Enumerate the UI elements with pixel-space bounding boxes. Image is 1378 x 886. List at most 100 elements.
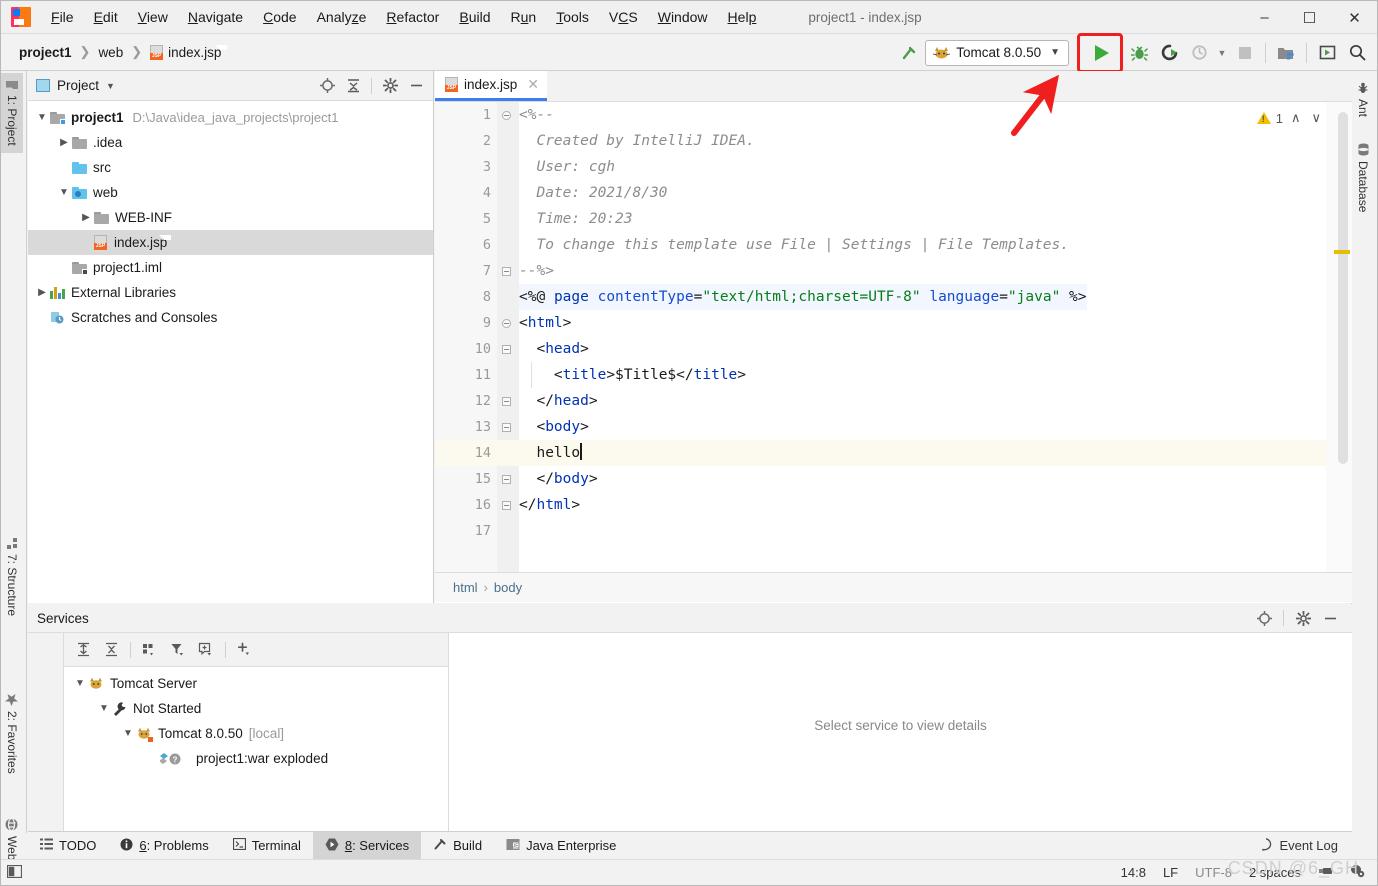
previous-highlight-icon[interactable]: ∧ (1288, 110, 1304, 126)
menu-code[interactable]: Code (253, 5, 306, 29)
fold-toggle-icon[interactable] (500, 343, 512, 355)
tree-item-scratches[interactable]: Scratches and Consoles (28, 305, 433, 330)
hide-panel-icon[interactable] (1318, 606, 1342, 630)
collapse-all-icon[interactable] (98, 637, 124, 663)
sidebar-item-database[interactable]: Database (1352, 136, 1374, 219)
breadcrumb-web[interactable]: web (94, 43, 127, 62)
code-line[interactable]: 16 </html> (435, 492, 1352, 518)
gear-icon[interactable] (378, 74, 402, 98)
code-line[interactable]: 13 <body> (435, 414, 1352, 440)
fold-toggle-icon[interactable] (500, 499, 512, 511)
line-separator[interactable]: LF (1163, 865, 1178, 880)
sidebar-item-project[interactable]: 1: Project (1, 73, 23, 153)
bottom-tab-terminal[interactable]: Terminal (221, 832, 313, 859)
run-configuration-selector[interactable]: Tomcat 8.0.50 ▼ (925, 39, 1069, 66)
minimize-button[interactable]: – (1242, 1, 1287, 34)
run-button[interactable] (1080, 36, 1120, 70)
code-line[interactable]: 7 --%> (435, 258, 1352, 284)
services-item-not-started[interactable]: ▼ Not Started (64, 696, 448, 721)
hide-tool-windows-icon[interactable] (6, 864, 22, 881)
chevron-right-icon[interactable]: ▶ (34, 287, 50, 298)
chevron-down-icon[interactable]: ▼ (106, 81, 115, 91)
build-hammer-icon[interactable] (895, 39, 923, 67)
editor-tab-index-jsp[interactable]: JSP index.jsp ✕ (435, 71, 548, 101)
services-item-artifact[interactable]: ? project1:war exploded (64, 746, 448, 771)
next-highlight-icon[interactable]: ∨ (1308, 110, 1324, 126)
fold-toggle-icon[interactable] (500, 421, 512, 433)
fold-toggle-icon[interactable] (500, 473, 512, 485)
menu-run[interactable]: Run (501, 5, 547, 29)
caret-position[interactable]: 14:8 (1121, 865, 1146, 880)
services-item-tomcat-server[interactable]: ▼ Tomcat Server (64, 671, 448, 696)
tree-item-web[interactable]: ▼ web (28, 180, 433, 205)
sidebar-item-structure[interactable]: 7: Structure (1, 531, 23, 623)
chevron-down-icon[interactable]: ▼ (72, 678, 88, 689)
code-line[interactable]: 6 To change this template use File | Set… (435, 232, 1352, 258)
code-line[interactable]: 9 <html> (435, 310, 1352, 336)
hide-panel-icon[interactable] (404, 74, 428, 98)
menu-build[interactable]: Build (449, 5, 500, 29)
search-everywhere-icon[interactable] (1343, 39, 1371, 67)
menu-vcs[interactable]: VCS (599, 5, 648, 29)
event-log-button[interactable]: Event Log (1259, 832, 1352, 859)
tree-item-project1-iml[interactable]: project1.iml (28, 255, 433, 280)
code-line[interactable]: 12 </head> (435, 388, 1352, 414)
bottom-tab-todo[interactable]: TODO (28, 832, 108, 859)
run-with-coverage-button[interactable] (1185, 39, 1213, 67)
gear-icon[interactable] (1291, 606, 1315, 630)
project-structure-button[interactable] (1272, 39, 1300, 67)
group-by-icon[interactable] (137, 637, 163, 663)
bottom-tab-build[interactable]: Build (421, 832, 494, 859)
chevron-right-icon[interactable]: ▶ (78, 212, 94, 223)
chevron-down-icon[interactable]: ▼ (56, 187, 72, 198)
menu-window[interactable]: Window (648, 5, 718, 29)
bottom-tab-problems[interactable]: 6: Problems (108, 832, 220, 859)
menu-view[interactable]: View (128, 5, 178, 29)
status-bar-left[interactable] (1, 864, 27, 881)
tree-item-src[interactable]: src (28, 155, 433, 180)
menu-analyze[interactable]: Analyze (307, 5, 377, 29)
inspection-widget[interactable]: 1 ∧ ∨ (1256, 110, 1324, 126)
code-line[interactable]: 15 </body> (435, 466, 1352, 492)
code-line[interactable]: 17 (435, 518, 1352, 544)
menu-refactor[interactable]: Refactor (376, 5, 449, 29)
plug-icon[interactable] (1318, 865, 1333, 881)
code-line[interactable]: 10 <head> (435, 336, 1352, 362)
add-tab-icon[interactable] (193, 637, 219, 663)
editor-scrollbar[interactable] (1338, 112, 1348, 464)
file-encoding[interactable]: UTF-8 (1195, 865, 1232, 880)
fold-toggle-icon[interactable] (500, 109, 512, 121)
code-line[interactable]: 4 Date: 2021/8/30 (435, 180, 1352, 206)
maximize-button[interactable]: ☐ (1287, 1, 1332, 34)
stop-button[interactable] (1231, 39, 1259, 67)
chevron-down-icon[interactable]: ▼ (1050, 47, 1060, 58)
settings-gear-icon[interactable] (1350, 864, 1365, 881)
services-item-tomcat-8050[interactable]: ▼ Tomcat 8.0.50 [local] (64, 721, 448, 746)
chevron-down-icon[interactable]: ▼ (120, 728, 136, 739)
code-line[interactable]: 1 <%-- (435, 102, 1352, 128)
chevron-right-icon[interactable]: ▶ (56, 137, 72, 148)
bottom-tab-java-enterprise[interactable]: JE Java Enterprise (494, 832, 628, 859)
fold-toggle-icon[interactable] (500, 395, 512, 407)
indent-setting[interactable]: 2 spaces (1249, 865, 1301, 880)
add-icon[interactable] (232, 637, 258, 663)
filter-icon[interactable] (165, 637, 191, 663)
tree-item-idea[interactable]: ▶ .idea (28, 130, 433, 155)
close-button[interactable]: ✕ (1332, 1, 1377, 34)
rerun-button[interactable] (1155, 39, 1183, 67)
menu-edit[interactable]: Edit (84, 5, 128, 29)
tree-item-index-jsp[interactable]: JSP index.jsp (28, 230, 433, 255)
code-text[interactable]: 1 <%-- 2 Created by IntelliJ IDEA. 3 User: … (435, 102, 1352, 572)
breadcrumb-project[interactable]: project1 (15, 43, 76, 62)
code-line[interactable]: 14 hello (435, 440, 1352, 466)
menu-navigate[interactable]: Navigate (178, 5, 253, 29)
editor-scroll-zone[interactable] (1326, 102, 1352, 572)
tree-item-external-libraries[interactable]: ▶ External Libraries (28, 280, 433, 305)
breadcrumb-html[interactable]: html (453, 580, 478, 595)
breadcrumb-index-jsp[interactable]: JSP index.jsp (146, 43, 228, 62)
collapse-all-icon[interactable] (341, 74, 365, 98)
tree-item-project1[interactable]: ▼ project1 D:\Java\idea_java_projects\pr… (28, 105, 433, 130)
menu-file[interactable]: File (41, 5, 84, 29)
fold-toggle-icon[interactable] (500, 265, 512, 277)
warning-marker[interactable] (1334, 250, 1350, 254)
